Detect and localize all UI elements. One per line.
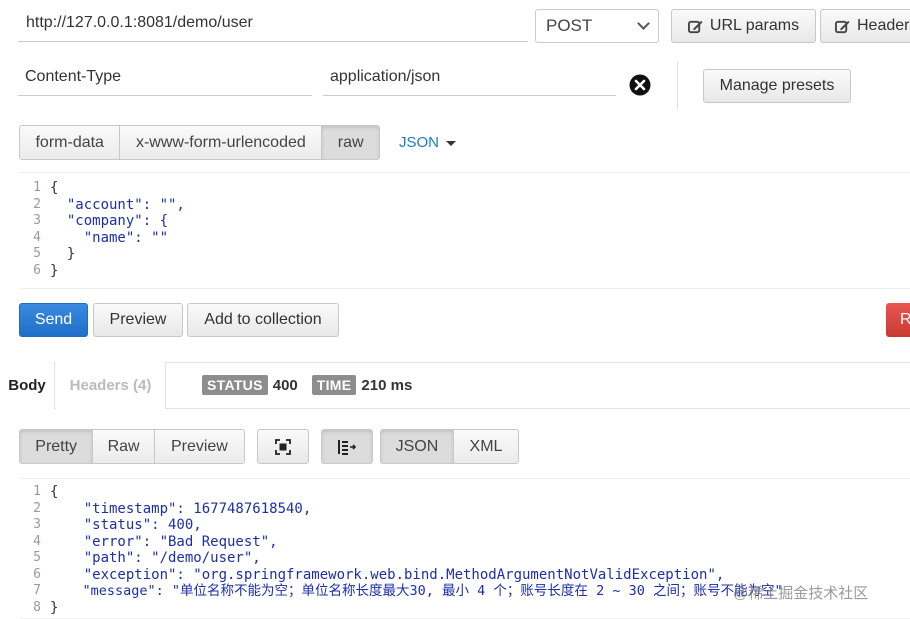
- line-number: 7: [33, 583, 41, 598]
- edit-icon: [835, 19, 850, 34]
- line-number: 1: [33, 180, 41, 195]
- code-text: "timestamp": 1677487618540,: [50, 500, 312, 517]
- raw-format-label: JSON: [399, 134, 440, 151]
- method-value: POST: [546, 16, 593, 35]
- tab-pretty[interactable]: Pretty: [20, 430, 94, 463]
- line-number: 4: [33, 533, 41, 549]
- headers-button[interactable]: Headers: [820, 9, 910, 43]
- time-value: 210 ms: [361, 376, 413, 394]
- divider: [677, 62, 678, 110]
- raw-format-dropdown[interactable]: JSON: [399, 134, 457, 151]
- caret-down-icon: [446, 141, 457, 146]
- request-body-editor[interactable]: 1{ 2 "account": "", 3 "company": { 4 "na…: [20, 172, 910, 289]
- code-line: 6}: [20, 263, 910, 280]
- code-line: 4 "name": "": [20, 230, 910, 247]
- code-text: }: [50, 246, 76, 262]
- response-meta: STATUS 400 TIME 210 ms: [202, 375, 412, 395]
- code-line: 5 "path": "/demo/user",: [20, 550, 910, 567]
- tab-form-data[interactable]: form-data: [20, 126, 121, 159]
- header-key-input[interactable]: Content-Type: [18, 62, 312, 96]
- reset-button[interactable]: R: [886, 303, 910, 337]
- watermark: @稀土掘金技术社区: [733, 585, 869, 602]
- tab-response-headers[interactable]: Headers (4): [56, 362, 166, 409]
- url-input[interactable]: http://127.0.0.1:8081/demo/user: [18, 8, 528, 42]
- code-text: "error": "Bad Request",: [50, 533, 278, 550]
- headers-button-label: Headers: [857, 17, 910, 34]
- response-view-tabs: Pretty Raw Preview: [19, 429, 245, 464]
- wrap-lines-button[interactable]: [321, 429, 373, 464]
- code-line: 5 }: [20, 246, 910, 263]
- code-line: 1{: [20, 484, 910, 501]
- line-number: 8: [33, 599, 41, 615]
- chevron-down-icon: [637, 17, 650, 30]
- tab-json[interactable]: JSON: [381, 430, 454, 463]
- remove-header-icon[interactable]: [629, 74, 651, 96]
- response-format-tabs: JSON XML: [380, 429, 519, 464]
- code-line: 3 "company": {: [20, 213, 910, 230]
- fullscreen-button[interactable]: [257, 429, 309, 464]
- line-number: 3: [33, 213, 41, 228]
- line-number: 6: [33, 262, 41, 278]
- method-select[interactable]: POST: [535, 9, 659, 43]
- code-line: 2 "account": "",: [20, 197, 910, 214]
- tab-raw-response[interactable]: Raw: [93, 430, 155, 463]
- status-value: 400: [272, 376, 298, 394]
- code-text: {: [50, 484, 59, 500]
- send-button[interactable]: Send: [19, 303, 88, 337]
- code-text: }: [50, 262, 59, 279]
- code-line: 3 "status": 400,: [20, 517, 910, 534]
- add-to-collection-button[interactable]: Add to collection: [187, 303, 339, 337]
- line-number: 4: [33, 229, 41, 245]
- line-number: 5: [33, 246, 41, 261]
- line-number: 3: [33, 517, 41, 532]
- time-badge: TIME: [311, 375, 357, 395]
- code-text: "company": {: [50, 213, 169, 229]
- body-mode-tabs: form-data x-www-form-urlencoded raw: [19, 125, 380, 160]
- url-params-button[interactable]: URL params: [671, 9, 816, 43]
- manage-presets-button[interactable]: Manage presets: [703, 69, 851, 103]
- tab-x-www-form-urlencoded[interactable]: x-www-form-urlencoded: [120, 126, 323, 159]
- code-text: "account": "",: [50, 196, 185, 213]
- indent-icon: [338, 439, 356, 455]
- line-number: 2: [33, 196, 41, 212]
- code-text: "message": "单位名称不能为空；单位名称长度最大30, 最小 4 个；…: [50, 583, 783, 599]
- line-number: 1: [33, 484, 41, 499]
- code-text: "status": 400,: [50, 517, 202, 533]
- preview-button[interactable]: Preview: [93, 303, 183, 337]
- tab-preview-response[interactable]: Preview: [154, 430, 244, 463]
- line-number: 6: [33, 566, 41, 582]
- expand-icon: [275, 438, 291, 455]
- code-text: "path": "/demo/user",: [50, 550, 261, 566]
- tab-response-body[interactable]: Body: [0, 362, 55, 409]
- edit-icon: [687, 19, 703, 34]
- code-text: "exception": "org.springframework.web.bi…: [50, 566, 725, 583]
- code-line: 2 "timestamp": 1677487618540,: [20, 501, 910, 518]
- status-badge: STATUS: [202, 375, 268, 395]
- code-line: 1{: [20, 180, 910, 197]
- code-text: {: [50, 180, 59, 196]
- header-value-input[interactable]: application/json: [323, 62, 616, 96]
- code-line: 6 "exception": "org.springframework.web.…: [20, 567, 910, 584]
- code-text: "name": "": [50, 229, 169, 246]
- line-number: 5: [33, 550, 41, 565]
- line-number: 2: [33, 500, 41, 516]
- code-text: }: [50, 599, 59, 616]
- code-line: 4 "error": "Bad Request",: [20, 534, 910, 551]
- url-params-label: URL params: [709, 17, 800, 34]
- tab-raw[interactable]: raw: [322, 126, 379, 159]
- tab-xml[interactable]: XML: [453, 430, 518, 463]
